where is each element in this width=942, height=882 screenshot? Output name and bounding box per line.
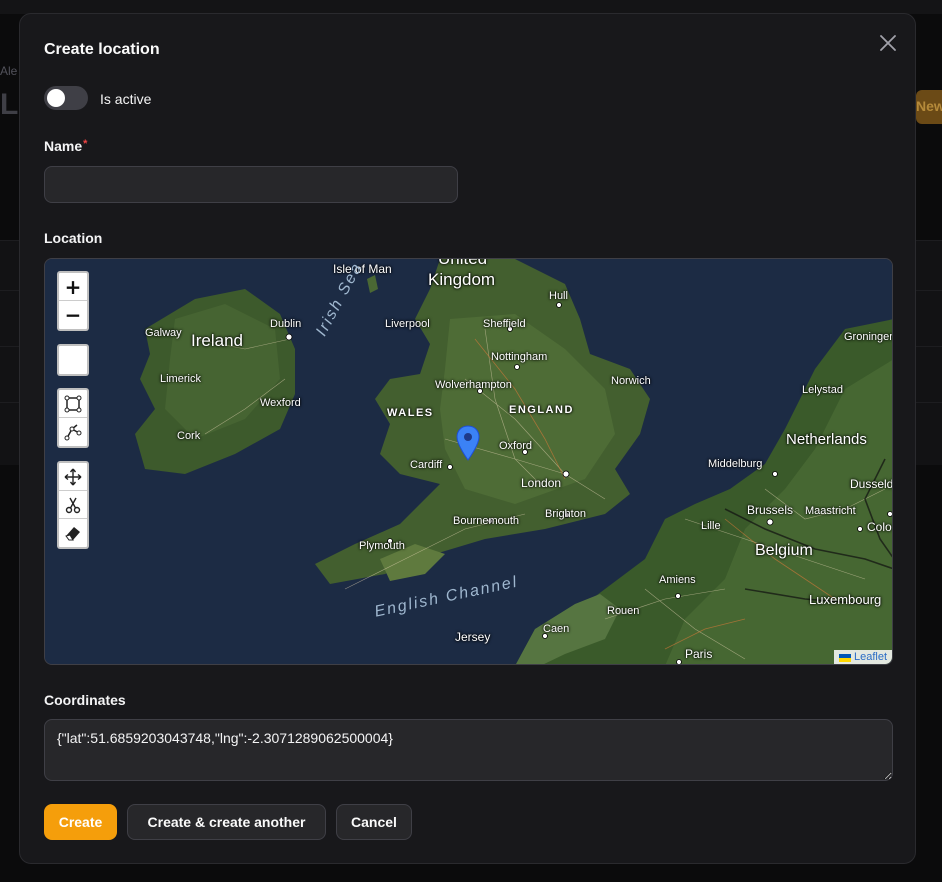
map-label: United <box>438 258 488 268</box>
background-breadcrumb: Ale <box>0 64 18 78</box>
attribution-link[interactable]: Leaflet <box>854 651 887 663</box>
map-label: Brussels <box>747 503 794 517</box>
map-label: ENGLAND <box>509 404 574 416</box>
map-label: Brighton <box>545 508 586 520</box>
draw-polygon-icon[interactable] <box>59 390 87 418</box>
required-mark: * <box>83 138 88 150</box>
map-label: Kingdom <box>428 270 496 289</box>
map-label: Amiens <box>659 574 696 586</box>
map-label: Hull <box>549 290 568 302</box>
map-label: Galway <box>145 327 182 339</box>
map-marker-icon[interactable] <box>456 425 480 461</box>
zoom-in-button[interactable]: + <box>59 273 87 301</box>
name-input[interactable] <box>44 166 458 203</box>
zoom-out-button[interactable]: − <box>59 301 87 329</box>
eraser-icon[interactable] <box>59 519 87 547</box>
create-another-button[interactable]: Create & create another <box>127 804 326 840</box>
map-tiles <box>45 259 892 664</box>
location-label: Location <box>44 230 103 246</box>
map-label: Norwich <box>611 375 651 387</box>
layer-control <box>57 344 89 376</box>
map-label: Middelburg <box>708 458 763 470</box>
ukraine-flag-icon <box>838 653 851 662</box>
map-label: Sheffield <box>483 318 526 330</box>
map-label: Lille <box>701 520 721 532</box>
map-label: Rouen <box>607 605 640 617</box>
map-label: Colo <box>867 520 892 534</box>
map-label: Bournemouth <box>453 515 520 527</box>
background-new-button: New <box>916 90 942 124</box>
is-active-toggle[interactable] <box>44 86 88 110</box>
map-label: Wolverhampton <box>435 379 512 391</box>
map-label: Dublin <box>270 318 302 330</box>
map-label: Luxembourg <box>809 592 882 607</box>
map-label: Liverpool <box>385 318 430 330</box>
map-label: Wexford <box>260 397 301 409</box>
map-label: Caen <box>543 623 570 635</box>
map-label: Dusseld <box>850 477 893 491</box>
name-label: Name* <box>44 138 87 154</box>
map-label: London <box>521 476 562 490</box>
map-label: Maastricht <box>805 505 856 517</box>
edit-toolbar <box>57 461 89 549</box>
map-label: Paris <box>685 647 713 661</box>
location-map[interactable]: United Kingdom Isle of Man Ireland Galwa… <box>44 258 893 665</box>
map-label: Lelystad <box>802 384 843 396</box>
cancel-button[interactable]: Cancel <box>336 804 412 840</box>
map-label: Netherlands <box>786 431 867 448</box>
is-active-label: Is active <box>100 91 152 107</box>
close-icon[interactable] <box>877 32 899 54</box>
create-location-modal: Create location Is active Name* Location <box>19 13 916 864</box>
map-label: Nottingham <box>491 351 548 363</box>
map-label: Cardiff <box>410 459 443 471</box>
cut-icon[interactable] <box>59 491 87 519</box>
map-attribution[interactable]: Leaflet <box>833 650 892 664</box>
background-header <box>0 0 942 14</box>
name-label-text: Name <box>44 138 83 154</box>
map-label: Plymouth <box>359 540 405 552</box>
map-label: Oxford <box>499 440 533 452</box>
move-icon[interactable] <box>59 463 87 491</box>
map-label: Belgium <box>755 542 813 559</box>
map-label: Cork <box>177 430 201 442</box>
toggle-knob <box>47 89 65 107</box>
map-label: Groningen <box>844 331 893 343</box>
modal-title: Create location <box>44 41 160 58</box>
layer-toggle-button[interactable] <box>59 346 87 374</box>
coordinates-label: Coordinates <box>44 692 126 708</box>
draw-polyline-icon[interactable] <box>59 418 87 446</box>
map-label: Ireland <box>191 331 243 350</box>
map-label: Jersey <box>455 630 491 644</box>
create-button[interactable]: Create <box>44 804 117 840</box>
map-label: Limerick <box>160 373 201 385</box>
coordinates-field[interactable]: {"lat":51.6859203043748,"lng":-2.3071289… <box>44 719 893 781</box>
zoom-control: + − <box>57 271 89 331</box>
map-label: WALES <box>387 407 434 419</box>
draw-toolbar <box>57 388 89 448</box>
